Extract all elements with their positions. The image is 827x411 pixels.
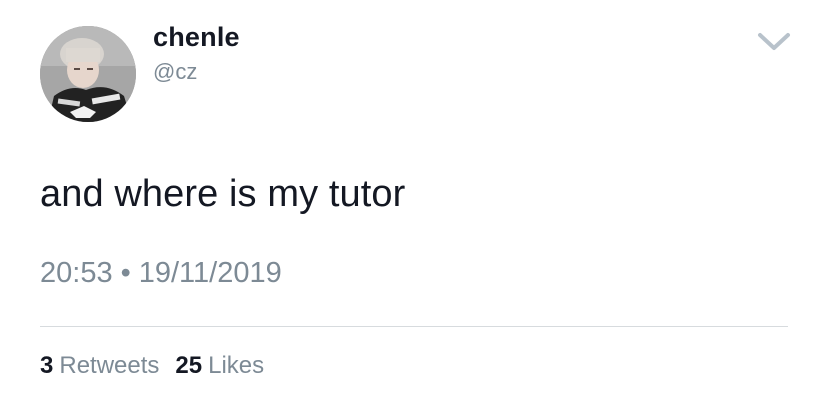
retweets-label: Retweets: [59, 352, 160, 379]
retweets-stat[interactable]: 3 Retweets: [40, 352, 159, 379]
tweet-text: and where is my tutor: [40, 173, 406, 215]
separator-dot: •: [120, 257, 131, 289]
retweets-count: 3: [40, 352, 54, 379]
avatar[interactable]: [40, 26, 136, 122]
tweet-date: 19/11/2019: [138, 257, 282, 289]
user-handle[interactable]: @cz: [153, 59, 197, 85]
tweet-timestamp: 20:53 • 19/11/2019: [40, 257, 282, 290]
likes-count: 25: [175, 352, 203, 379]
likes-stat[interactable]: 25 Likes: [175, 352, 264, 379]
avatar-image: [40, 26, 136, 122]
chevron-down-icon[interactable]: [756, 30, 792, 54]
divider: [40, 326, 788, 327]
tweet-time: 20:53: [40, 257, 113, 289]
tweet-stats: 3 Retweets 25 Likes: [40, 352, 264, 380]
tweet-card: chenle @cz and where is my tutor 20:53 • 1…: [0, 0, 827, 411]
likes-label: Likes: [208, 352, 265, 379]
display-name[interactable]: chenle: [153, 22, 240, 53]
